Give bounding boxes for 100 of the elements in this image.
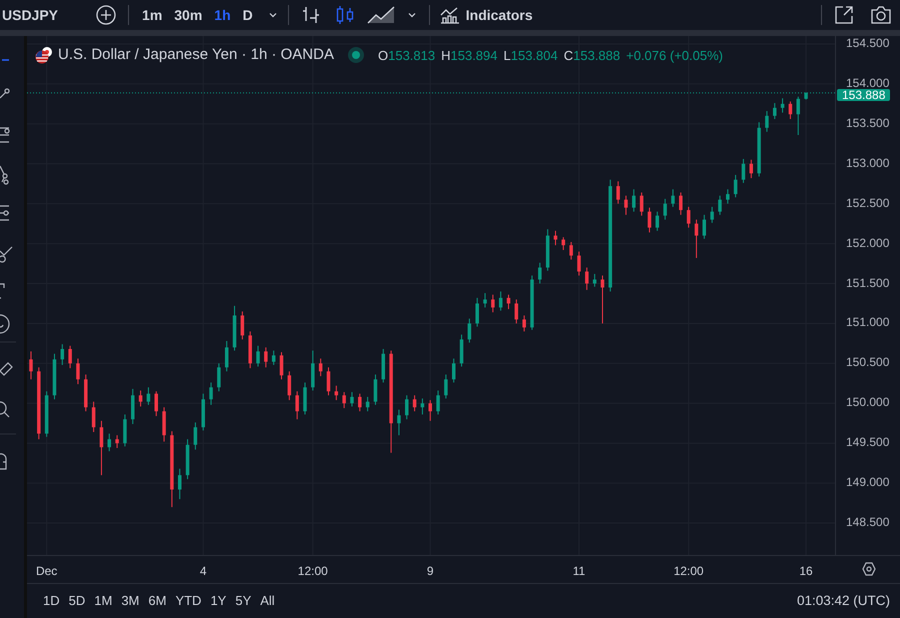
candlestick (734, 174, 738, 198)
candlestick (76, 358, 80, 385)
candlestick (780, 98, 784, 114)
interval-button[interactable]: 1m (137, 2, 168, 28)
chevron-down-icon[interactable] (406, 10, 417, 20)
price-label: 154.000 (846, 76, 890, 89)
candlestick (592, 273, 596, 288)
range-button[interactable]: 1M (90, 589, 116, 613)
ohlc-label: L (504, 46, 511, 64)
candlestick (366, 396, 370, 412)
candlestick (562, 236, 566, 250)
range-button[interactable]: 1D (39, 589, 64, 613)
candlestick (514, 298, 518, 324)
trend-line-icon[interactable] (0, 88, 10, 98)
candlestick (694, 219, 698, 258)
price-label: 154.500 (846, 36, 890, 49)
interval-button[interactable]: 30m (169, 2, 208, 28)
add-symbol-icon[interactable] (96, 5, 116, 25)
candlestick (679, 192, 683, 216)
chart-title: U.S. Dollar / Japanese Yen · 1h · OANDA (58, 45, 334, 65)
time-label: Dec (36, 563, 58, 580)
candlestick (788, 100, 792, 120)
candlestick (29, 350, 33, 380)
candlestick (334, 385, 338, 401)
ohlc-value: 153.894 (450, 46, 498, 64)
range-button[interactable]: YTD (171, 589, 206, 613)
lines-icon[interactable] (0, 127, 10, 143)
candlestick (656, 211, 660, 232)
price-label: 148.500 (846, 516, 890, 528)
ohlc-value: 153.888 (573, 46, 620, 64)
chevron-down-icon[interactable] (268, 10, 278, 20)
candlestick (718, 195, 722, 216)
candlestick (428, 400, 432, 422)
time-label: 4 (200, 563, 207, 580)
candlestick (600, 275, 604, 324)
candlestick (397, 409, 401, 436)
candlestick (577, 251, 581, 276)
candlestick (342, 392, 346, 409)
zoom-icon[interactable] (0, 401, 10, 418)
candlestick (154, 390, 158, 417)
sliders-icon[interactable] (0, 205, 10, 221)
candlestick (358, 393, 362, 412)
candlestick (68, 345, 72, 369)
interval-button[interactable]: D (238, 2, 258, 28)
candlestick (475, 297, 479, 328)
interval-button[interactable]: 1h (209, 2, 236, 28)
candlestick (146, 386, 150, 406)
candlestick (311, 350, 315, 392)
settings-icon[interactable] (861, 561, 877, 577)
candlestick (178, 468, 182, 500)
ohlc-label: O (378, 46, 388, 64)
price-label: 151.000 (846, 316, 890, 328)
ohlc-value: 153.813 (388, 46, 436, 64)
candlestick (412, 394, 416, 412)
candlestick (702, 214, 706, 240)
candlestick (256, 345, 260, 368)
ruler-icon[interactable] (0, 362, 13, 376)
candlestick (162, 406, 166, 442)
area-style-icon[interactable] (366, 5, 395, 25)
price-label: 153.000 (846, 156, 890, 169)
candlestick (624, 195, 628, 216)
candlestick (498, 291, 502, 312)
candlestick (138, 390, 142, 407)
candlestick (444, 374, 448, 399)
candlestick (569, 242, 573, 260)
last-price-badge: 153.888 (837, 89, 890, 102)
time-label: 12:00 (674, 563, 704, 580)
price-label: 152.500 (846, 196, 890, 209)
candlestick (796, 96, 800, 136)
candlestick (710, 206, 714, 224)
candlestick (420, 398, 424, 415)
brush-icon[interactable] (0, 246, 13, 263)
time-label: 11 (572, 563, 586, 580)
camera-icon[interactable] (870, 5, 892, 25)
candlestick (209, 382, 213, 406)
flag-icon (35, 46, 53, 64)
range-button[interactable]: 5D (64, 589, 90, 613)
range-button[interactable]: 5Y (231, 589, 256, 613)
candlestick (749, 159, 753, 179)
candlestick (123, 414, 127, 447)
range-button[interactable]: 1Y (206, 589, 230, 613)
candlestick (554, 230, 558, 246)
range-button[interactable]: 6M (144, 589, 170, 613)
candlestick (288, 370, 292, 401)
price-label: 150.500 (846, 356, 890, 368)
candlestick (452, 358, 456, 384)
range-button[interactable]: All (256, 589, 279, 613)
candlestick (374, 374, 378, 406)
symbol-button[interactable]: USDJPY (0, 2, 66, 28)
candlestick (194, 422, 198, 450)
candlestick (483, 292, 487, 308)
candlestick (686, 206, 690, 228)
candlestick (272, 350, 276, 366)
candlestick (131, 388, 135, 425)
share-icon[interactable] (834, 5, 854, 25)
candlestick (632, 188, 636, 212)
range-button[interactable]: 3M (117, 589, 144, 613)
indicators-button[interactable]: Indicators (440, 2, 533, 28)
time-label: 16 (799, 563, 813, 580)
clock-text: 01:03:42 (UTC) (796, 592, 890, 610)
